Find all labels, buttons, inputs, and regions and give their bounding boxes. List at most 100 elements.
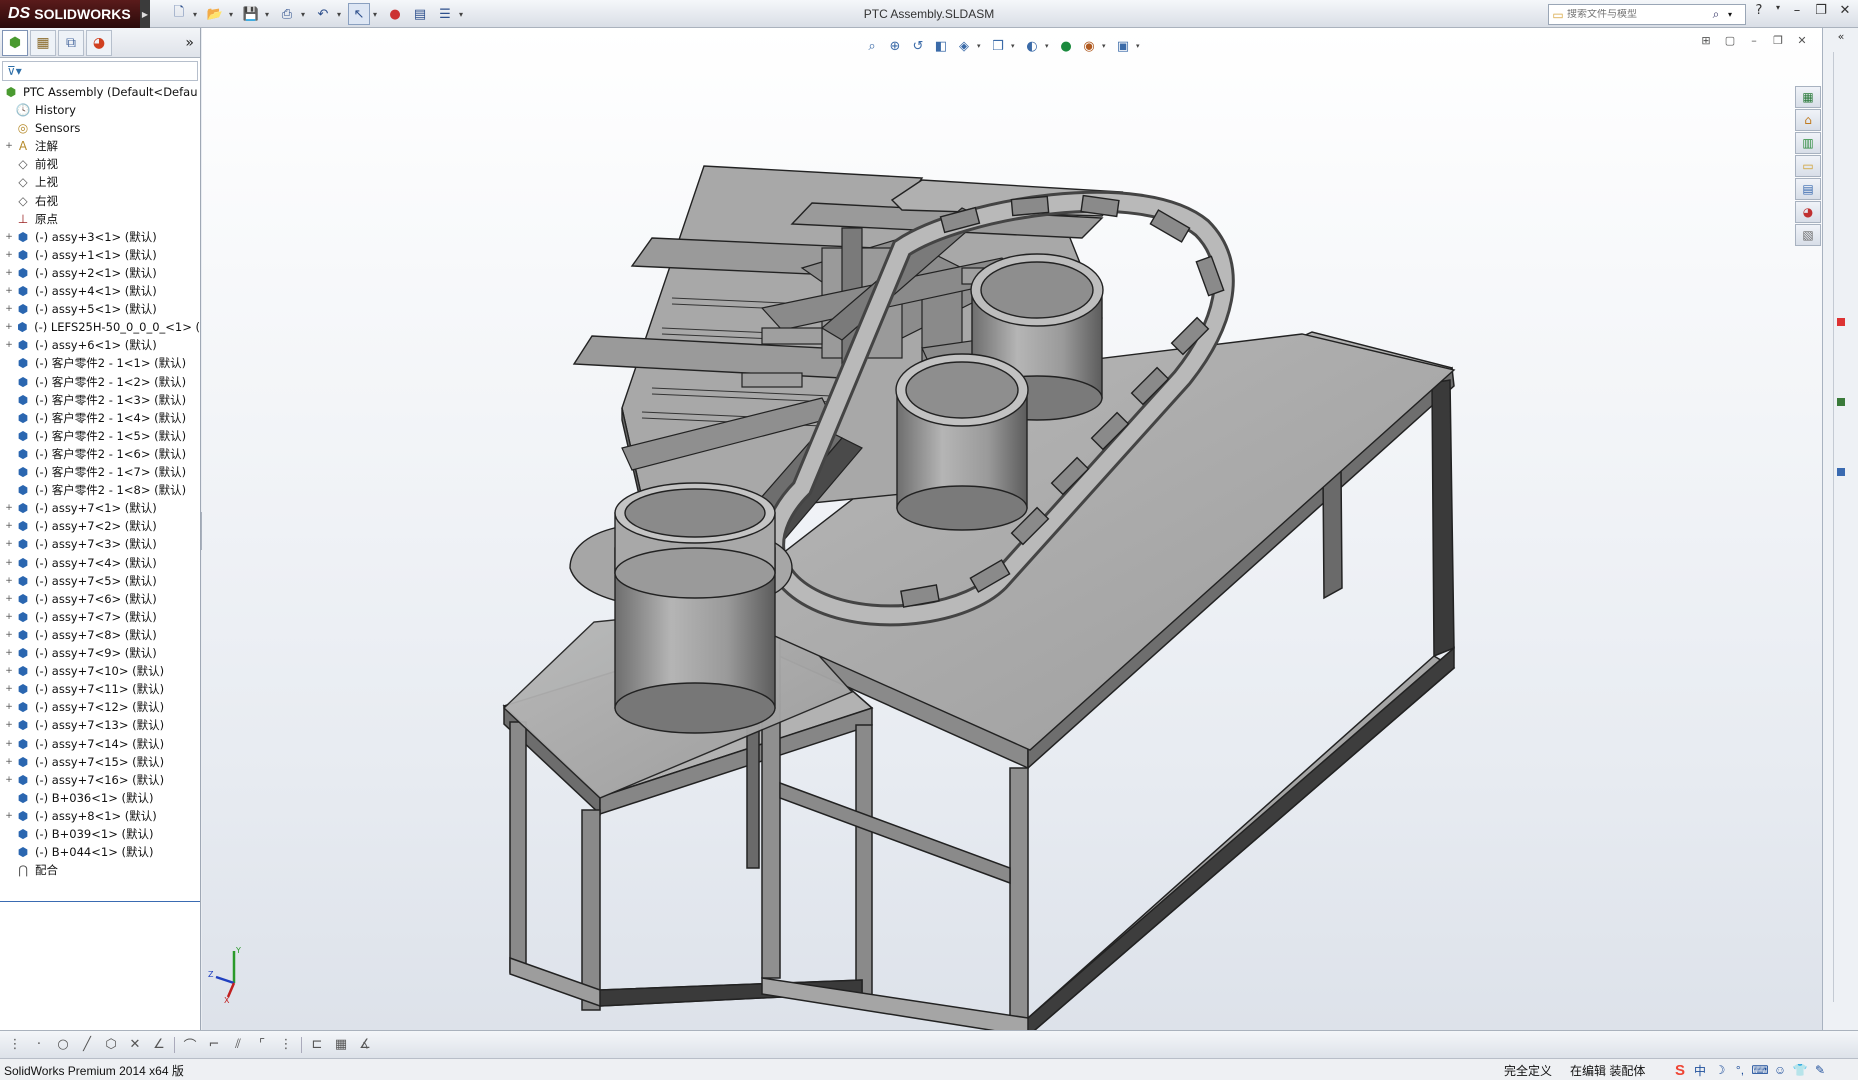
viewport-restore-icon[interactable]: ❐: [1770, 34, 1786, 50]
search-input[interactable]: [1567, 9, 1707, 20]
tree-item[interactable]: + ⬢ (-) assy+7<7> (默认): [0, 608, 200, 626]
tree-item[interactable]: + ⬢ (-) assy+7<12> (默认): [0, 698, 200, 716]
mirror-icon[interactable]: ⋮: [277, 1036, 295, 1054]
tree-item[interactable]: + ⬢ (-) assy+7<9> (默认): [0, 644, 200, 662]
tree-item[interactable]: + ⬢ (-) assy+7<2> (默认): [0, 517, 200, 535]
tree-item[interactable]: ◇ 前视: [0, 155, 200, 173]
tree-item[interactable]: ⬢ (-) B+036<1> (默认): [0, 789, 200, 807]
design-library-icon[interactable]: ▥: [1795, 132, 1821, 154]
expand-plus-icon[interactable]: +: [4, 630, 14, 640]
save-icon[interactable]: 💾: [240, 3, 262, 25]
expand-plus-icon[interactable]: +: [4, 232, 14, 242]
tree-item[interactable]: ⋂ 配合: [0, 861, 200, 879]
circle-icon[interactable]: ○: [54, 1036, 72, 1054]
tree-item[interactable]: + ⬢ (-) assy+7<14> (默认): [0, 735, 200, 753]
expand-plus-icon[interactable]: +: [4, 739, 14, 749]
dynamic-annotation-icon[interactable]: ◈: [954, 36, 974, 56]
tree-item[interactable]: + ⬢ (-) assy+7<5> (默认): [0, 572, 200, 590]
restore-icon[interactable]: ❐: [1812, 3, 1830, 23]
expand-plus-icon[interactable]: +: [4, 286, 14, 296]
zoom-to-fit-icon[interactable]: ⌕: [862, 36, 882, 56]
options-icon[interactable]: ☰: [434, 3, 456, 25]
tree-item[interactable]: ⬢ (-) 客户零件2 - 1<7> (默认): [0, 463, 200, 481]
dimension-icon[interactable]: ⊏: [308, 1036, 326, 1054]
view-orientation-dropdown-icon[interactable]: ▾: [977, 42, 985, 50]
tree-item[interactable]: + ⬢ (-) assy+6<1> (默认): [0, 336, 200, 354]
save-dropdown-icon[interactable]: ▾: [265, 10, 273, 19]
expand-plus-icon[interactable]: +: [4, 811, 14, 821]
tree-item[interactable]: ⬢ (-) B+039<1> (默认): [0, 825, 200, 843]
tree-rollback-bar[interactable]: [0, 901, 200, 902]
tree-item[interactable]: + ⬢ (-) assy+7<8> (默认): [0, 626, 200, 644]
single-view-icon[interactable]: ▢: [1722, 34, 1738, 50]
tree-item[interactable]: + ⬢ (-) assy+7<6> (默认): [0, 590, 200, 608]
expand-plus-icon[interactable]: +: [4, 539, 14, 549]
search-dropdown-icon[interactable]: ▾: [1725, 10, 1735, 19]
undo-icon[interactable]: ↶: [312, 3, 334, 25]
new-dropdown-icon[interactable]: ▾: [193, 10, 201, 19]
minimize-icon[interactable]: –: [1788, 3, 1806, 23]
expand-plus-icon[interactable]: +: [4, 702, 14, 712]
polygon-icon[interactable]: ⬡: [102, 1036, 120, 1054]
ime-language-label[interactable]: 中: [1692, 1062, 1708, 1078]
home-icon[interactable]: ⌂: [1795, 109, 1821, 131]
select-pointer-icon[interactable]: ↖: [348, 3, 370, 25]
display-style-dropdown-icon[interactable]: ▾: [1011, 42, 1019, 50]
keyboard-icon[interactable]: ⌨: [1751, 1062, 1768, 1078]
tree-item[interactable]: + ⬢ (-) assy+8<1> (默认): [0, 807, 200, 825]
menu-expand-arrow-icon[interactable]: ▶: [140, 0, 150, 28]
user-icon[interactable]: ☺: [1772, 1062, 1788, 1078]
tree-item[interactable]: + ⬢ (-) assy+7<16> (默认): [0, 771, 200, 789]
file-explorer-icon[interactable]: ▭: [1795, 155, 1821, 177]
print-icon[interactable]: ⎙: [276, 3, 298, 25]
view-palette-icon[interactable]: ▤: [1795, 178, 1821, 200]
tree-item[interactable]: + ⬢ (-) assy+7<11> (默认): [0, 680, 200, 698]
expand-plus-icon[interactable]: +: [4, 141, 14, 151]
expand-plus-icon[interactable]: +: [4, 720, 14, 730]
grid-icon[interactable]: ▦: [332, 1036, 350, 1054]
tree-item[interactable]: + ⬢ (-) assy+7<15> (默认): [0, 753, 200, 771]
expand-plus-icon[interactable]: +: [4, 775, 14, 785]
previous-view-icon[interactable]: ↺: [908, 36, 928, 56]
point-icon[interactable]: ·: [30, 1036, 48, 1054]
task-pane-expand-icon[interactable]: «: [1827, 30, 1855, 46]
rebuild-traffic-light-icon[interactable]: ●: [384, 3, 406, 25]
file-properties-icon[interactable]: ▤: [409, 3, 431, 25]
tree-item[interactable]: ⬢ (-) B+044<1> (默认): [0, 843, 200, 861]
tree-item[interactable]: + ⬢ (-) assy+3<1> (默认): [0, 228, 200, 246]
undo-dropdown-icon[interactable]: ▾: [337, 10, 345, 19]
tree-item[interactable]: + ⬢ (-) assy+2<1> (默认): [0, 264, 200, 282]
tree-item[interactable]: + ⬢ (-) assy+7<4> (默认): [0, 554, 200, 572]
open-dropdown-icon[interactable]: ▾: [229, 10, 237, 19]
expand-plus-icon[interactable]: +: [4, 304, 14, 314]
help-icon[interactable]: ?: [1750, 3, 1768, 23]
trim-icon[interactable]: ✕: [126, 1036, 144, 1054]
skin-icon[interactable]: 👕: [1792, 1062, 1808, 1078]
expand-plus-icon[interactable]: +: [4, 666, 14, 676]
offset-icon[interactable]: ⫽: [229, 1036, 247, 1054]
fillet-icon[interactable]: ⌒: [181, 1036, 199, 1054]
viewport-close-icon[interactable]: ✕: [1794, 34, 1810, 50]
view-orientation-icon[interactable]: ❒: [988, 36, 1008, 56]
tree-item[interactable]: ⬢ (-) 客户零件2 - 1<4> (默认): [0, 409, 200, 427]
half-width-icon[interactable]: ☽: [1712, 1062, 1728, 1078]
tree-root-assembly[interactable]: ⬢ PTC Assembly (Default<Defau: [0, 83, 200, 101]
expand-plus-icon[interactable]: +: [4, 684, 14, 694]
expand-plus-icon[interactable]: +: [4, 576, 14, 586]
tree-item[interactable]: 🕓 History: [0, 101, 200, 119]
graphics-area[interactable]: ⌕ ⊕ ↺ ◧ ◈ ▾ ❒ ▾ ◐ ▾ ● ◉ ▾ ▣ ▾ ⊞ ▢ – ❐ ✕: [202, 28, 1822, 1030]
help-dropdown-icon[interactable]: ▾: [1774, 3, 1782, 23]
new-document-icon[interactable]: 🗋: [168, 3, 190, 25]
split-view-icon[interactable]: ⊞: [1698, 34, 1714, 50]
expand-plus-icon[interactable]: +: [4, 503, 14, 513]
solidworks-logo[interactable]: DS SOLIDWORKS: [0, 0, 140, 28]
expand-plus-icon[interactable]: +: [4, 594, 14, 604]
tree-item[interactable]: + ⬢ (-) assy+7<3> (默认): [0, 535, 200, 553]
viewport-minimize-icon[interactable]: –: [1746, 34, 1762, 50]
expand-plus-icon[interactable]: +: [4, 340, 14, 350]
tree-item[interactable]: ◇ 上视: [0, 173, 200, 191]
chamfer-icon[interactable]: ⌐: [205, 1036, 223, 1054]
feature-manager-tab-icon[interactable]: ⬢: [2, 29, 28, 56]
tree-item[interactable]: ⬢ (-) 客户零件2 - 1<1> (默认): [0, 354, 200, 372]
tree-item[interactable]: ◇ 右视: [0, 192, 200, 210]
